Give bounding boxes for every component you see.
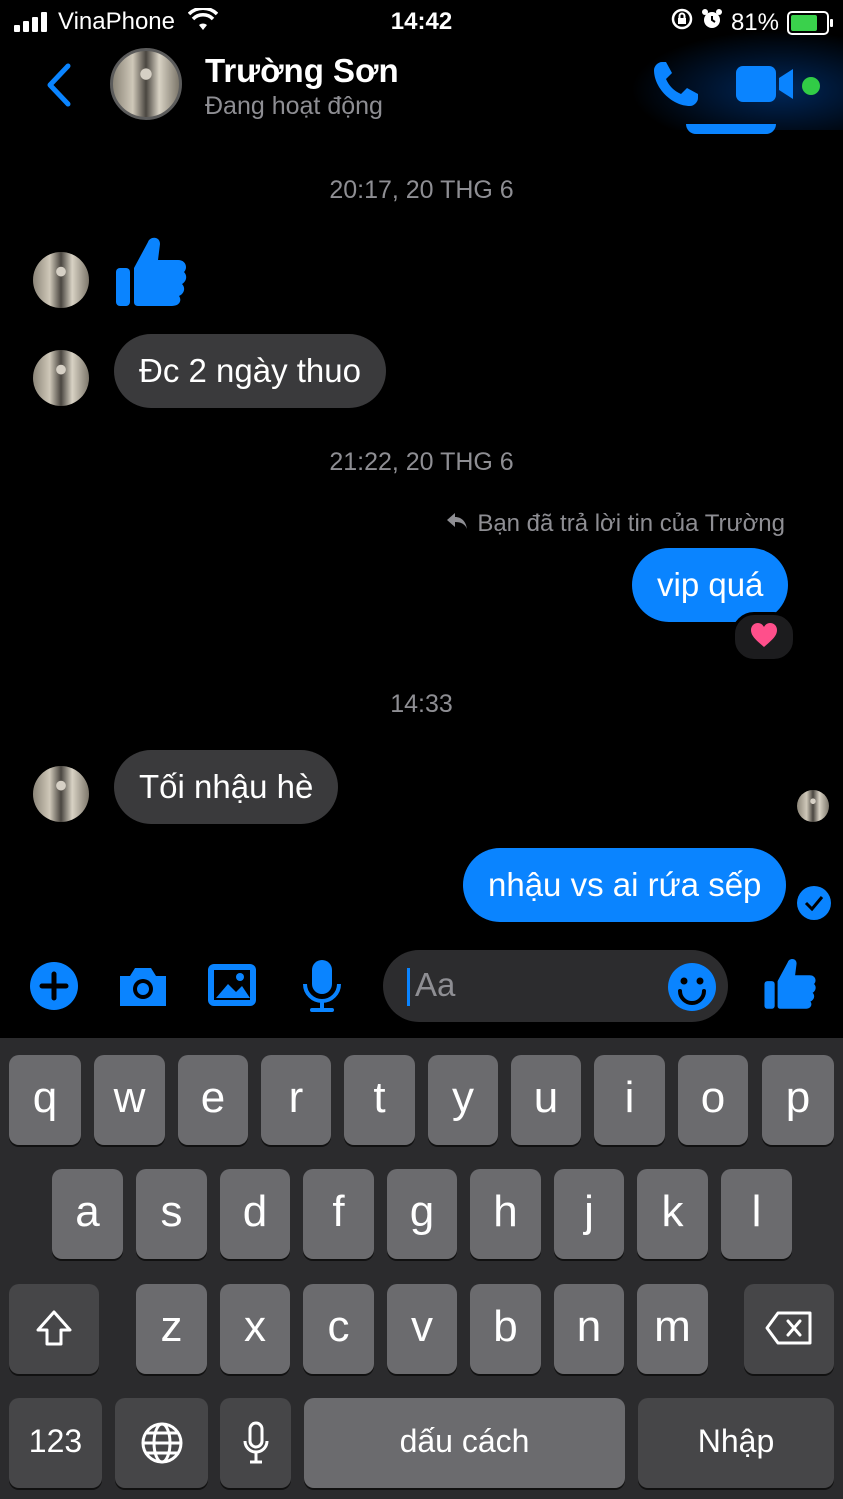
like-sticker-icon[interactable] (114, 234, 188, 315)
timestamp: 14:33 (390, 690, 453, 718)
avatar[interactable] (33, 252, 89, 308)
return-key[interactable]: Nhập (638, 1398, 834, 1488)
key-q[interactable]: q (9, 1055, 81, 1145)
emoji-icon[interactable] (667, 962, 717, 1017)
like-button[interactable] (763, 956, 817, 1017)
key-i[interactable]: i (594, 1055, 665, 1145)
reply-icon (445, 510, 469, 538)
text-caret (407, 968, 410, 1006)
message-bubble[interactable]: Tối nhậu hè (114, 750, 339, 824)
key-e[interactable]: e (178, 1055, 248, 1145)
reply-note: Bạn đã trả lời tin của Trường (445, 510, 785, 538)
key-p[interactable]: p (762, 1055, 834, 1145)
seen-avatar (797, 790, 829, 822)
key-b[interactable]: b (470, 1284, 541, 1374)
backspace-key[interactable] (744, 1284, 834, 1374)
key-n[interactable]: n (554, 1284, 624, 1374)
key-h[interactable]: h (470, 1169, 541, 1259)
timestamp: 20:17, 20 THG 6 (329, 176, 514, 204)
reaction-badge[interactable] (732, 612, 796, 662)
key-f[interactable]: f (303, 1169, 374, 1259)
plus-icon[interactable] (28, 958, 80, 1019)
heart-icon (750, 622, 778, 653)
key-a[interactable]: a (52, 1169, 123, 1259)
contact-status: Đang hoạt động (205, 92, 383, 120)
keyboard: q w e r t y u i o p a s d f g h j k l z … (0, 1038, 843, 1499)
call-glow-bar (686, 124, 776, 134)
microphone-icon[interactable] (300, 958, 344, 1019)
online-indicator (802, 77, 820, 95)
key-j[interactable]: j (554, 1169, 624, 1259)
key-w[interactable]: w (94, 1055, 165, 1145)
key-z[interactable]: z (136, 1284, 207, 1374)
shift-key[interactable] (9, 1284, 99, 1374)
key-k[interactable]: k (637, 1169, 708, 1259)
message-input-placeholder: Aa (415, 966, 456, 1003)
back-button[interactable] (44, 62, 74, 113)
dictation-key[interactable] (220, 1398, 291, 1488)
key-c[interactable]: c (303, 1284, 374, 1374)
key-x[interactable]: x (220, 1284, 290, 1374)
video-call-icon[interactable] (736, 64, 796, 109)
key-o[interactable]: o (678, 1055, 748, 1145)
gallery-icon[interactable] (206, 958, 258, 1019)
key-r[interactable]: r (261, 1055, 331, 1145)
message-bubble[interactable]: nhậu vs ai rứa sếp (463, 848, 787, 922)
contact-name[interactable]: Trường Sơn (205, 52, 399, 90)
message-bubble[interactable]: vip quá (632, 548, 789, 622)
key-v[interactable]: v (387, 1284, 457, 1374)
space-key[interactable]: dấu cách (304, 1398, 625, 1488)
camera-icon[interactable] (116, 958, 170, 1019)
avatar[interactable] (33, 766, 89, 822)
sent-check-icon (797, 886, 831, 920)
avatar[interactable] (33, 350, 89, 406)
key-s[interactable]: s (136, 1169, 207, 1259)
key-u[interactable]: u (511, 1055, 581, 1145)
reply-note-text: Bạn đã trả lời tin của Trường (477, 510, 785, 537)
contact-avatar[interactable] (110, 48, 182, 120)
key-y[interactable]: y (428, 1055, 498, 1145)
key-t[interactable]: t (344, 1055, 415, 1145)
timestamp: 21:22, 20 THG 6 (329, 448, 514, 476)
message-input[interactable]: Aa (383, 950, 728, 1022)
key-m[interactable]: m (637, 1284, 708, 1374)
key-d[interactable]: d (220, 1169, 290, 1259)
phone-call-icon[interactable] (650, 58, 702, 115)
key-g[interactable]: g (387, 1169, 457, 1259)
globe-key[interactable] (115, 1398, 208, 1488)
numbers-key[interactable]: 123 (9, 1398, 102, 1488)
message-bubble[interactable]: Đc 2 ngày thuo (114, 334, 386, 408)
key-l[interactable]: l (721, 1169, 792, 1259)
